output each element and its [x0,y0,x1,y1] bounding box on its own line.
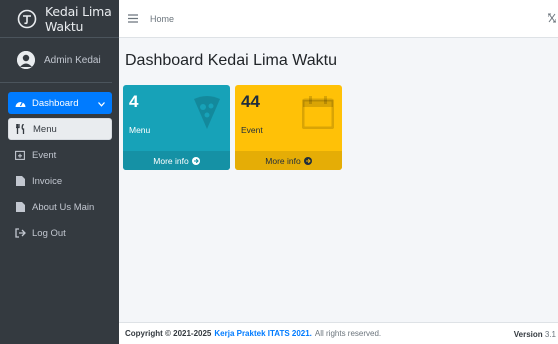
version-info: Version 3.1 [514,330,556,339]
file-icon [14,176,26,186]
avatar [17,51,35,69]
rights-text: All rights reserved. [314,329,382,338]
user-panel[interactable]: Admin Kedai [0,38,112,83]
copyright-text: Copyright © 2021-2025 [125,329,212,338]
more-info-label: More info [265,155,301,166]
chevron-down-icon [98,99,105,110]
sidebar-nav: Dashboard Menu Event Invoice About Us Ma… [0,83,119,244]
event-more-info-link[interactable]: More info [235,151,342,170]
page-title: Dashboard Kedai Lima Waktu [125,52,337,69]
sidebar-item-dashboard[interactable]: Dashboard [8,92,112,114]
more-info-label: More info [153,155,189,166]
sidebar-item-label: About Us Main [32,201,95,213]
hamburger-menu-icon[interactable] [128,12,138,26]
dashboard-icon [14,98,26,108]
event-stat-box: 44 Event More info [235,85,342,170]
sidebar-item-about-us-main[interactable]: About Us Main [8,196,112,218]
arrow-circle-right-icon [191,156,200,165]
sidebar-item-event[interactable]: Event [8,144,112,166]
home-link[interactable]: Home [150,14,174,24]
file-icon [14,202,26,212]
menu-stat-box: 4 Menu More info [123,85,230,170]
version-label: Version [513,330,543,339]
sidebar-item-label: Event [32,149,57,161]
sidebar-item-invoice[interactable]: Invoice [8,170,112,192]
sidebar-item-label: Dashboard [32,97,79,109]
sidebar-item-label: Menu [33,123,57,135]
brand-logo-icon [17,8,37,29]
user-name: Admin Kedai [44,54,101,66]
fullscreen-icon[interactable] [547,13,557,26]
sidebar-item-menu[interactable]: Menu [8,118,112,140]
brand-name: Kedai Lima Waktu [45,3,112,34]
footer-link[interactable]: Kerja Praktek ITATS 2021. [214,329,312,338]
calendar-icon [301,95,335,134]
sidebar-item-label: Invoice [32,175,63,187]
page-footer: Copyright © 2021-2025 Kerja Praktek ITAT… [119,322,558,344]
menu-more-info-link[interactable]: More info [123,151,230,170]
sidebar-item-log-out[interactable]: Log Out [8,222,112,244]
pizza-icon [192,95,222,136]
sign-out-icon [14,228,26,238]
arrow-circle-right-icon [303,156,312,165]
top-navbar: Home [119,0,558,38]
version-value: 3.1 [544,330,556,339]
calendar-plus-icon [14,150,26,160]
utensils-icon [15,124,27,134]
brand-link[interactable]: Kedai Lima Waktu [0,0,119,38]
sidebar-item-label: Log Out [32,227,66,239]
sidebar: Kedai Lima Waktu Admin Kedai Dashboard M… [0,0,119,344]
